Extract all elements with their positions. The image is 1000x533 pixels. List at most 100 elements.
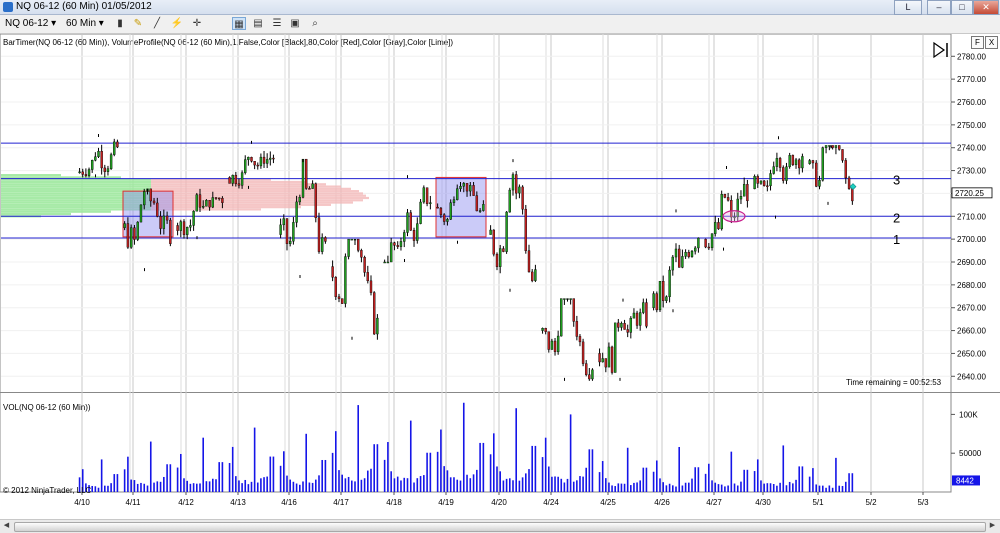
volume-bar	[569, 414, 572, 492]
horizontal-scrollbar[interactable]: ◀ ▶	[0, 519, 1000, 533]
candle-body	[674, 248, 678, 258]
volume-bar	[146, 485, 149, 492]
volume-bar	[140, 482, 142, 492]
volume-bar	[642, 467, 645, 492]
go-to-end-icon[interactable]	[933, 41, 948, 59]
volume-bar	[299, 484, 301, 492]
marker-ellipse	[722, 210, 746, 223]
volume-bar	[662, 482, 664, 492]
volume-bar	[130, 479, 132, 492]
volume-bar	[496, 466, 498, 492]
close-button[interactable]: ✕	[973, 0, 999, 15]
scroll-left-icon[interactable]: ◀	[1, 521, 12, 531]
volume-bar	[727, 485, 729, 492]
candle-body	[324, 237, 327, 242]
volume-bar	[94, 486, 97, 492]
candle-body	[556, 335, 560, 353]
price-tick-label: 2740.00	[957, 144, 986, 153]
volume-bar	[572, 481, 575, 492]
volume-bar	[499, 471, 501, 492]
volume-bar	[825, 487, 827, 492]
volume-bar	[772, 484, 775, 492]
volume-bar	[367, 470, 369, 492]
volume-bar	[250, 481, 253, 492]
candle-body	[607, 346, 611, 368]
volume-bar	[256, 482, 259, 492]
scroll-thumb[interactable]	[14, 522, 986, 532]
volume-bar	[605, 478, 607, 492]
volume-bar	[149, 441, 152, 492]
volume-bar	[788, 481, 791, 492]
candle-body	[739, 196, 743, 200]
volume-bar	[247, 484, 250, 492]
candle-body	[632, 312, 636, 319]
strategy-icon[interactable]: ⚡	[170, 17, 184, 30]
instrument-value: NQ 06-12	[5, 18, 49, 29]
volume-bar	[678, 446, 680, 492]
candle-body	[662, 281, 665, 301]
data-box-icon[interactable]: ▤	[251, 17, 265, 30]
app-icon	[3, 2, 13, 12]
candle-body	[208, 200, 211, 208]
candle-body	[456, 188, 459, 200]
link-button[interactable]: L	[894, 0, 922, 15]
volume-bar	[645, 467, 648, 492]
candlestick-icon[interactable]: ▮	[113, 17, 127, 30]
candle-body	[671, 256, 674, 271]
maximize-button[interactable]: □	[951, 0, 973, 15]
chart-style-icon[interactable]: ▦	[232, 17, 246, 30]
volume-bar	[544, 437, 547, 492]
zoom-icon[interactable]: ⌕	[308, 17, 322, 30]
candle-body	[489, 229, 492, 235]
profile-row	[1, 183, 151, 186]
candle-body	[289, 240, 292, 244]
candle-body	[801, 156, 804, 169]
candle-body	[462, 183, 465, 187]
candle-body	[321, 237, 324, 252]
candle-body	[697, 237, 700, 249]
profile-row	[1, 210, 111, 213]
candle-body	[638, 312, 642, 326]
line-draw-icon[interactable]: ╱	[150, 17, 164, 30]
candle-body	[262, 156, 266, 164]
instrument-selector[interactable]: NQ 06-12 ▾	[3, 17, 61, 30]
candle-body	[620, 323, 623, 328]
volume-bar	[724, 486, 726, 492]
candle-body	[78, 171, 81, 174]
volume-bar	[133, 480, 136, 492]
scroll-right-icon[interactable]: ▶	[987, 521, 998, 531]
pencil-icon[interactable]: ✎	[131, 17, 145, 30]
candle-body	[259, 156, 263, 167]
minimize-button[interactable]: –	[927, 0, 951, 15]
volume-bar	[180, 453, 182, 492]
volume-bar	[479, 442, 481, 492]
candle-body	[269, 157, 272, 160]
candle-body	[575, 321, 579, 337]
candle-body	[205, 200, 208, 207]
level-label: 1	[893, 232, 900, 247]
candle-body	[179, 221, 183, 231]
indicators-icon[interactable]: ▣	[288, 17, 302, 30]
volume-bar	[554, 476, 556, 492]
volume-bar	[153, 482, 155, 492]
volume-bar	[400, 480, 402, 492]
volume-bar	[591, 449, 594, 492]
plot-border	[0, 34, 952, 493]
profile-row	[1, 212, 71, 216]
volume-bar	[665, 485, 668, 492]
volume-bar	[260, 478, 262, 492]
interval-selector[interactable]: 60 Min ▾	[64, 17, 110, 30]
candle-body	[211, 197, 215, 208]
candle-body	[292, 222, 295, 242]
candle-body	[237, 183, 241, 186]
properties-icon[interactable]: ☰	[270, 17, 284, 30]
candle-body	[499, 248, 502, 267]
volume-bar	[429, 452, 432, 492]
volume-bar	[127, 456, 129, 492]
candle-body	[90, 160, 94, 170]
candle-body	[116, 141, 119, 148]
candle-body	[694, 247, 697, 252]
volume-bar	[354, 481, 356, 492]
volume-bar	[681, 485, 684, 492]
crosshair-icon[interactable]: ✛	[190, 17, 204, 30]
